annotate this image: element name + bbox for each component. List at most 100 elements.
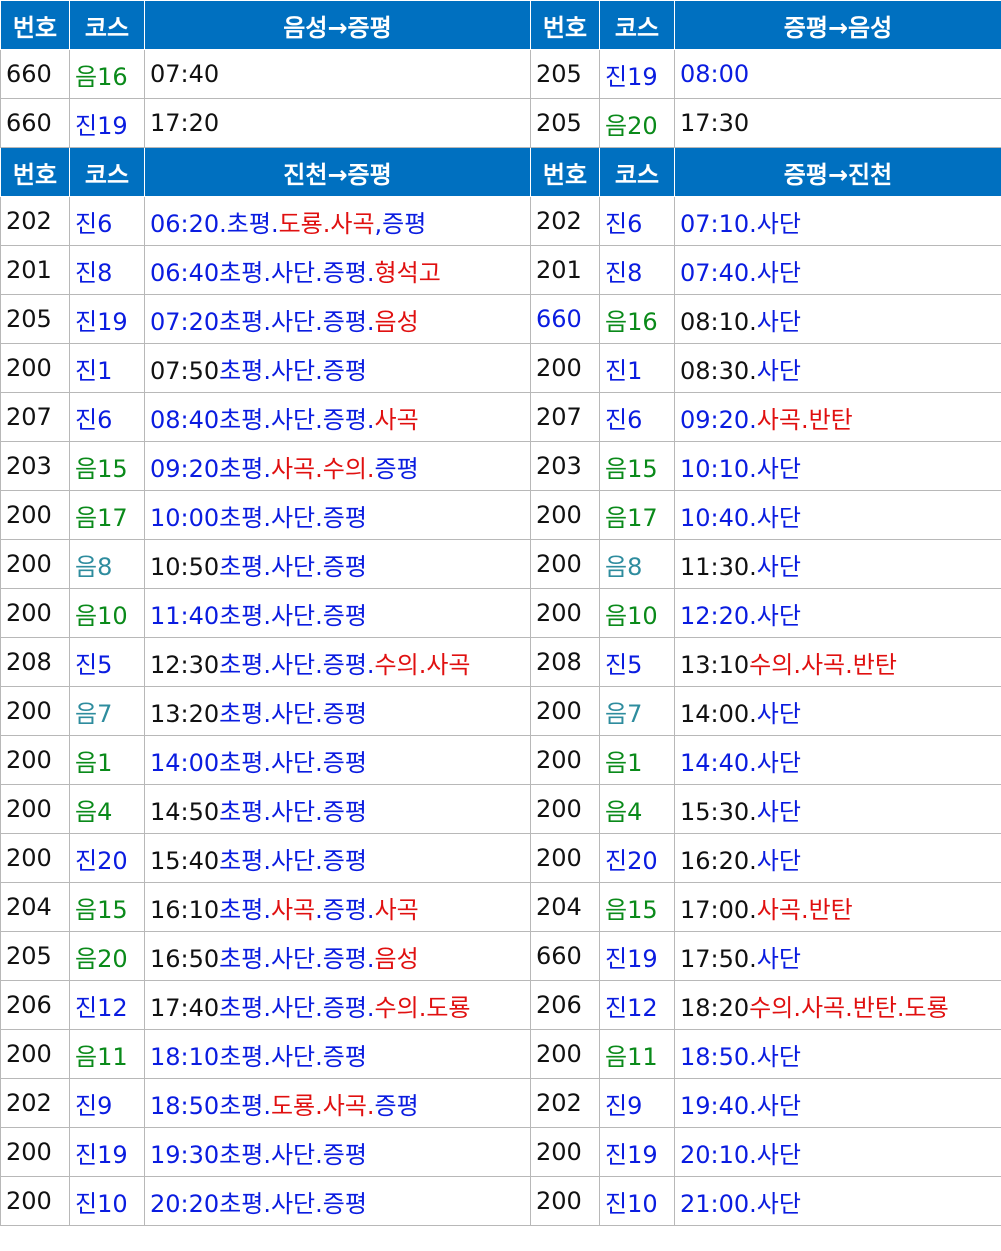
schedule-segment: 사단	[756, 944, 801, 973]
course-code: 음10	[599, 588, 675, 638]
route-number: 200	[530, 343, 600, 393]
schedule-segment: 19:30초평.사단.증평	[150, 1140, 367, 1169]
schedule-segment: 08:00	[680, 60, 750, 88]
schedule-segment: 음성	[374, 944, 419, 973]
schedule-cell: 17:20	[144, 98, 531, 148]
course-code: 진6	[69, 196, 145, 246]
schedule-segment: 17:00.	[680, 895, 757, 924]
table-row: 660 음16 07:40 205 진19 08:00	[0, 49, 1001, 99]
header-route-right: 증평→음성	[674, 0, 1001, 50]
schedule-cell: 19:30초평.사단.증평	[144, 1127, 531, 1177]
schedule-cell: 10:40.사단	[674, 490, 1001, 540]
table-row: 200 음4 14:50초평.사단.증평 200 음4 15:30.사단	[0, 784, 1001, 834]
route-number: 660	[0, 49, 70, 99]
route-number: 200	[530, 1029, 600, 1079]
schedule-segment: 형석고	[374, 258, 441, 287]
schedule-cell: 14:40.사단	[674, 735, 1001, 785]
schedule-cell: 07:20초평.사단.증평.음성	[144, 294, 531, 344]
schedule-cell: 18:20수의.사곡.반탄.도룡	[674, 980, 1001, 1030]
route-number: 203	[530, 441, 600, 491]
table-row: 203 음15 09:20초평.사곡.수의.증평 203 음15 10:10.사단	[0, 441, 1001, 491]
header-number: 번호	[530, 0, 600, 50]
schedule-cell: 13:10수의.사곡.반탄	[674, 637, 1001, 687]
schedule-segment: 07:20초평.사단.증평.	[150, 307, 375, 336]
schedule-cell: 17:30	[674, 98, 1001, 148]
schedule-cell: 20:20초평.사단.증평	[144, 1176, 531, 1226]
course-code: 진19	[69, 98, 145, 148]
schedule-cell: 14:00.사단	[674, 686, 1001, 736]
route-number: 200	[0, 1127, 70, 1177]
section-header-row: 번호 코스 음성→증평 번호 코스 증평→음성	[0, 0, 1001, 50]
schedule-segment: 07:40.사단	[680, 258, 801, 287]
schedule-segment: 07:50	[150, 356, 220, 385]
schedule-cell: 19:40.사단	[674, 1078, 1001, 1128]
schedule-cell: 08:10.사단	[674, 294, 1001, 344]
schedule-cell: 09:20초평.사곡.수의.증평	[144, 441, 531, 491]
schedule-segment: 14:00초평.사단.증평	[150, 748, 367, 777]
route-number: 200	[0, 735, 70, 785]
schedule-cell: 18:50초평.도룡.사곡.증평	[144, 1078, 531, 1128]
course-code: 음17	[69, 490, 145, 540]
course-code: 진19	[599, 1127, 675, 1177]
schedule-cell: 07:40	[144, 49, 531, 99]
course-code: 진12	[69, 980, 145, 1030]
course-code: 음15	[69, 882, 145, 932]
route-number: 200	[0, 1176, 70, 1226]
schedule-segment: 18:20	[680, 993, 750, 1022]
schedule-segment: 도룡.사곡	[278, 209, 375, 238]
schedule-cell: 21:00.사단	[674, 1176, 1001, 1226]
schedule-segment: 19:40.사단	[680, 1091, 801, 1120]
header-course: 코스	[69, 147, 145, 197]
route-number: 200	[530, 735, 600, 785]
schedule-segment: 18:10초평.사단.증평	[150, 1042, 367, 1071]
route-number: 200	[530, 539, 600, 589]
schedule-segment: 16:10	[150, 895, 220, 924]
schedule-cell: 16:10초평.사곡.증평.사곡	[144, 882, 531, 932]
route-number: 201	[0, 245, 70, 295]
route-number: 205	[530, 98, 600, 148]
schedule-segment: 초평.사단.증평.	[219, 650, 375, 679]
course-code: 진8	[69, 245, 145, 295]
course-code: 진19	[599, 931, 675, 981]
schedule-segment: 초평.사단.증평.	[219, 993, 375, 1022]
route-number: 203	[0, 441, 70, 491]
route-number: 204	[0, 882, 70, 932]
table-row: 202 진6 06:20.초평.도룡.사곡,증평 202 진6 07:10.사단	[0, 196, 1001, 246]
header-course: 코스	[599, 147, 675, 197]
schedule-segment: 사단	[756, 699, 801, 728]
schedule-segment: 증평	[374, 454, 419, 483]
header-route-left: 음성→증평	[144, 0, 531, 50]
course-code: 진1	[599, 343, 675, 393]
course-code: 음8	[69, 539, 145, 589]
route-number: 200	[0, 784, 70, 834]
schedule-cell: 12:20.사단	[674, 588, 1001, 638]
schedule-segment: 17:20	[150, 109, 220, 137]
table-row: 660 진19 17:20 205 음20 17:30	[0, 98, 1001, 148]
route-number: 200	[530, 1176, 600, 1226]
schedule-cell: 06:20.초평.도룡.사곡,증평	[144, 196, 531, 246]
schedule-cell: 11:30.사단	[674, 539, 1001, 589]
route-number: 208	[0, 637, 70, 687]
schedule-cell: 14:00초평.사단.증평	[144, 735, 531, 785]
route-number: 202	[530, 1078, 600, 1128]
course-code: 진1	[69, 343, 145, 393]
schedule-segment: 초평.사단.증평	[219, 552, 367, 581]
route-number: 200	[530, 784, 600, 834]
schedule-segment: .증평.	[315, 895, 375, 924]
schedule-cell: 08:40초평.사단.증평.사곡	[144, 392, 531, 442]
course-code: 진5	[599, 637, 675, 687]
course-code: 음20	[69, 931, 145, 981]
course-code: 음4	[599, 784, 675, 834]
schedule-cell: 15:40초평.사단.증평	[144, 833, 531, 883]
schedule-segment: 사단	[756, 356, 801, 385]
schedule-segment: 10:10.사단	[680, 454, 801, 483]
schedule-cell: 12:30초평.사단.증평.수의.사곡	[144, 637, 531, 687]
course-code: 음1	[69, 735, 145, 785]
route-number: 200	[0, 343, 70, 393]
schedule-segment: 사단	[756, 797, 801, 826]
table-row: 200 진10 20:20초평.사단.증평 200 진10 21:00.사단	[0, 1176, 1001, 1226]
schedule-segment: 21:00.사단	[680, 1189, 801, 1218]
course-code: 음15	[599, 441, 675, 491]
schedule-segment: 09:20초평.	[150, 454, 271, 483]
route-number: 208	[530, 637, 600, 687]
